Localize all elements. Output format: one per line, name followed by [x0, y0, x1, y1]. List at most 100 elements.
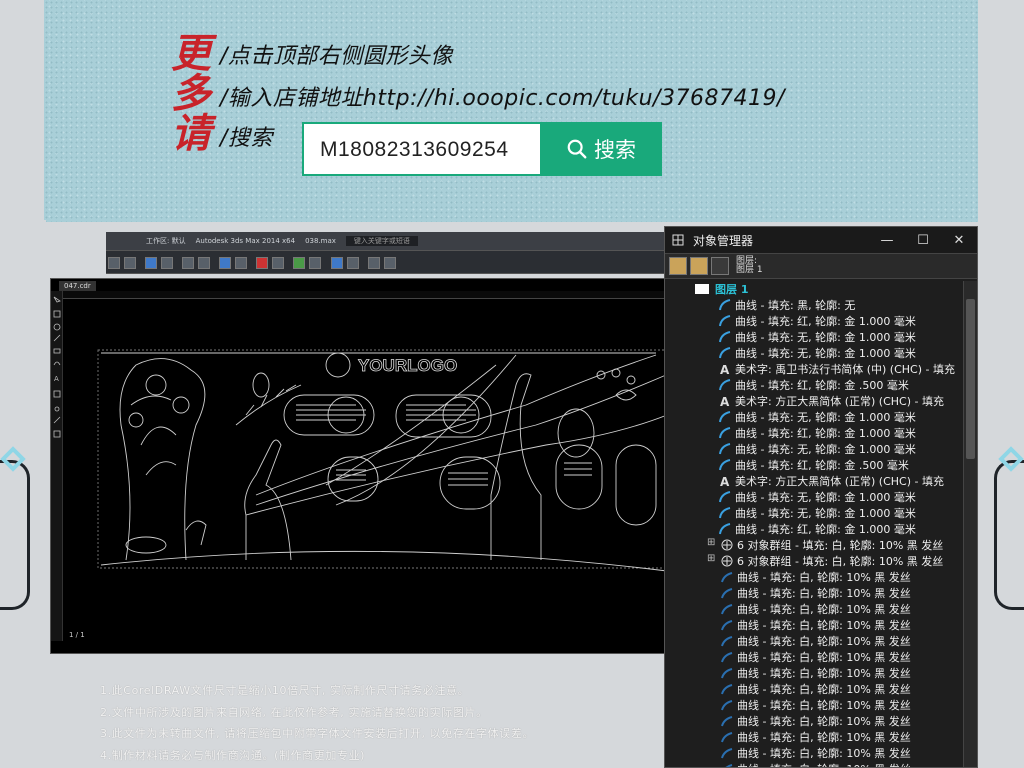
object-row[interactable]: 曲线 - 填充: 无, 轮廓: 金 1.000 毫米 — [665, 441, 963, 457]
object-row-label: 曲线 - 填充: 白, 轮廓: 10% 黑 发丝 — [737, 603, 911, 616]
object-row[interactable]: A 美术字: 禹卫书法行书简体 (中) (CHC) - 填充 — [665, 361, 963, 377]
snap-icon[interactable] — [235, 257, 248, 269]
object-row[interactable]: 曲线 - 填充: 白, 轮廓: 10% 黑 发丝 — [665, 617, 963, 633]
object-row-label: 曲线 - 填充: 无, 轮廓: 金 1.000 毫米 — [735, 331, 916, 344]
object-row-label: 曲线 - 填充: 红, 轮廓: 金 .500 毫米 — [735, 379, 909, 392]
render-icon[interactable] — [256, 257, 269, 269]
object-row[interactable]: 曲线 - 填充: 白, 轮廓: 10% 黑 发丝 — [665, 745, 963, 761]
object-manager-toolbar: 图层: 图层 1 — [665, 253, 977, 279]
tool-icons[interactable]: A — [51, 291, 63, 641]
object-manager-titlebar: 对象管理器 — ☐ ✕ — [665, 227, 977, 253]
object-row[interactable]: 曲线 - 填充: 无, 轮廓: 金 1.000 毫米 — [665, 489, 963, 505]
document-tab[interactable]: 047.cdr — [59, 281, 96, 291]
object-row-label: 6 对象群组 - 填充: 白, 轮廓: 10% 黑 发丝 — [737, 555, 944, 568]
object-row-label: 曲线 - 填充: 红, 轮廓: 金 .500 毫米 — [735, 459, 909, 472]
group-object-icon — [721, 539, 733, 551]
object-row-label: 曲线 - 填充: 白, 轮廓: 10% 黑 发丝 — [737, 651, 911, 664]
object-row[interactable]: 曲线 - 填充: 白, 轮廓: 10% 黑 发丝 — [665, 729, 963, 745]
object-row[interactable]: 曲线 - 填充: 黑, 轮廓: 无 — [665, 297, 963, 313]
max-search-input[interactable]: 键入关键字或短语 — [345, 236, 418, 246]
scrollbar[interactable] — [963, 281, 977, 767]
layer-row[interactable]: 图层 1 — [665, 281, 963, 297]
undo-icon[interactable] — [108, 257, 120, 269]
scale-icon[interactable] — [198, 257, 211, 269]
shop-search-input[interactable]: M18082313609254 — [302, 122, 540, 176]
object-row[interactable]: 曲线 - 填充: 无, 轮廓: 金 1.000 毫米 — [665, 505, 963, 521]
object-row[interactable]: ⊞ 6 对象群组 - 填充: 白, 轮廓: 10% 黑 发丝 — [665, 537, 963, 553]
object-row[interactable]: 曲线 - 填充: 白, 轮廓: 10% 黑 发丝 — [665, 569, 963, 585]
object-row-label: 曲线 - 填充: 红, 轮廓: 金 1.000 毫米 — [735, 315, 916, 328]
select-icon[interactable] — [145, 257, 158, 269]
object-row-label: 曲线 - 填充: 白, 轮廓: 10% 黑 发丝 — [737, 715, 911, 728]
note-2: 2.文件中所涉及的图片来自网络, 在此仅作参考, 实施请替换您的实际图片。 — [100, 705, 488, 719]
view-icon[interactable] — [219, 257, 232, 269]
object-row[interactable]: 曲线 - 填充: 白, 轮廓: 10% 黑 发丝 — [665, 697, 963, 713]
expand-toggle-icon[interactable]: ⊞ — [707, 537, 715, 548]
object-row[interactable]: 曲线 - 填充: 白, 轮廓: 10% 黑 发丝 — [665, 681, 963, 697]
teapot-icon[interactable] — [367, 257, 380, 269]
object-row[interactable]: 曲线 - 填充: 白, 轮廓: 10% 黑 发丝 — [665, 649, 963, 665]
svg-text:A: A — [54, 375, 59, 383]
maximize-button[interactable]: ☐ — [905, 233, 941, 248]
object-row-label: 曲线 - 填充: 白, 轮廓: 10% 黑 发丝 — [737, 635, 911, 648]
page-navigator[interactable]: 1 / 1 — [69, 631, 85, 639]
minimize-button[interactable]: — — [869, 233, 905, 248]
curve-editor-icon[interactable] — [309, 257, 322, 269]
object-row[interactable]: A 美术字: 方正大黑简体 (正常) (CHC) - 填充 — [665, 393, 963, 409]
search-button[interactable]: 搜索 — [540, 122, 662, 176]
curve-object-icon — [719, 379, 731, 391]
leaf-object-icon — [721, 715, 733, 727]
show-properties-icon[interactable] — [669, 257, 687, 275]
ruler — [63, 291, 665, 299]
object-row-label: 曲线 - 填充: 白, 轮廓: 10% 黑 发丝 — [737, 731, 911, 744]
object-row[interactable]: 曲线 - 填充: 无, 轮廓: 金 1.000 毫米 — [665, 409, 963, 425]
object-row[interactable]: 曲线 - 填充: 白, 轮廓: 10% 黑 发丝 — [665, 761, 963, 767]
material-icon[interactable] — [330, 257, 343, 269]
redo-icon[interactable] — [124, 257, 136, 269]
curve-object-icon — [719, 347, 731, 359]
object-row[interactable]: 曲线 - 填充: 红, 轮廓: 金 1.000 毫米 — [665, 521, 963, 537]
object-row[interactable]: 曲线 - 填充: 红, 轮廓: 金 .500 毫米 — [665, 457, 963, 473]
text-object-icon: A — [719, 363, 731, 377]
object-row-label: 曲线 - 填充: 白, 轮廓: 10% 黑 发丝 — [737, 699, 911, 712]
object-row[interactable]: 曲线 - 填充: 红, 轮廓: 金 1.000 毫米 — [665, 425, 963, 441]
note-1: 1.此CorelDRAW文件尺寸是缩小10倍尺寸, 实际制作尺寸请务必注意。 — [100, 684, 470, 697]
curve-object-icon — [719, 491, 731, 503]
scroll-thumb[interactable] — [966, 299, 975, 459]
svg-text:A: A — [720, 475, 730, 487]
layer-manager-view-icon[interactable] — [711, 257, 729, 275]
object-row[interactable]: 曲线 - 填充: 红, 轮廓: 金 .500 毫米 — [665, 377, 963, 393]
object-row[interactable]: 曲线 - 填充: 无, 轮廓: 金 1.000 毫米 — [665, 329, 963, 345]
leaf-object-icon — [721, 571, 733, 583]
frame-icon[interactable] — [383, 257, 396, 269]
object-row[interactable]: 曲线 - 填充: 白, 轮廓: 10% 黑 发丝 — [665, 585, 963, 601]
object-row[interactable]: 曲线 - 填充: 白, 轮廓: 10% 黑 发丝 — [665, 665, 963, 681]
render-setup-icon[interactable] — [346, 257, 359, 269]
rotate-icon[interactable] — [182, 257, 195, 269]
expand-toggle-icon[interactable]: ⊞ — [707, 553, 715, 564]
object-row-label: 曲线 - 填充: 红, 轮廓: 金 1.000 毫米 — [735, 427, 916, 440]
mirror-icon[interactable] — [272, 257, 285, 269]
object-row[interactable]: 曲线 - 填充: 白, 轮廓: 10% 黑 发丝 — [665, 633, 963, 649]
object-row-label: 美术字: 方正大黑简体 (正常) (CHC) - 填充 — [735, 395, 944, 408]
object-row-label: 曲线 - 填充: 红, 轮廓: 金 1.000 毫米 — [735, 523, 916, 536]
object-row-label: 曲线 - 填充: 白, 轮廓: 10% 黑 发丝 — [737, 683, 911, 696]
note-4: 4.制作材料请务必与制作商沟通。(制作商更加专业) — [100, 748, 366, 762]
object-row[interactable]: 曲线 - 填充: 白, 轮廓: 10% 黑 发丝 — [665, 713, 963, 729]
object-row[interactable]: ⊞ 6 对象群组 - 填充: 白, 轮廓: 10% 黑 发丝 — [665, 553, 963, 569]
search-button-label: 搜索 — [594, 138, 636, 162]
object-row-label: 曲线 - 填充: 无, 轮廓: 金 1.000 毫米 — [735, 411, 916, 424]
object-row[interactable]: A 美术字: 方正大黑简体 (正常) (CHC) - 填充 — [665, 473, 963, 489]
move-icon[interactable] — [161, 257, 174, 269]
svg-text:A: A — [720, 363, 730, 375]
workspace-label[interactable]: 工作区: 默认 — [146, 236, 186, 246]
leaf-object-icon — [721, 587, 733, 599]
edit-across-layers-icon[interactable] — [690, 257, 708, 275]
curve-object-icon — [719, 507, 731, 519]
notes: 1.此CorelDRAW文件尺寸是缩小10倍尺寸, 实际制作尺寸请务必注意。 2… — [100, 680, 534, 766]
object-row[interactable]: 曲线 - 填充: 白, 轮廓: 10% 黑 发丝 — [665, 601, 963, 617]
close-button[interactable]: ✕ — [941, 233, 977, 248]
object-row[interactable]: 曲线 - 填充: 红, 轮廓: 金 1.000 毫米 — [665, 313, 963, 329]
object-row[interactable]: 曲线 - 填充: 无, 轮廓: 金 1.000 毫米 — [665, 345, 963, 361]
layer-icon[interactable] — [293, 257, 306, 269]
